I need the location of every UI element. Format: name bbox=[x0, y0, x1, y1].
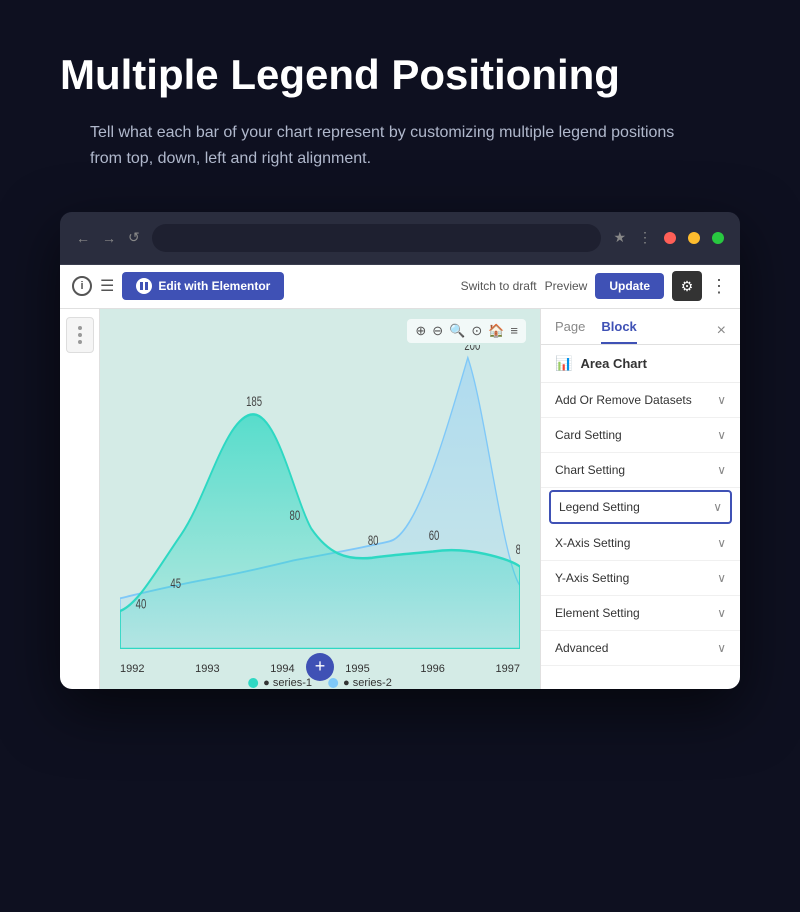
bookmark-icon[interactable]: ★ bbox=[613, 229, 626, 246]
hamburger-icon[interactable]: ☰ bbox=[100, 276, 114, 296]
switch-draft-button[interactable]: Switch to draft bbox=[461, 279, 537, 293]
x-label-1997: 1997 bbox=[495, 663, 519, 675]
editor-body: ⊕ ⊖ 🔍 ⊙ 🏠 ≡ bbox=[60, 309, 740, 689]
search-zoom-icon[interactable]: 🔍 bbox=[449, 323, 465, 339]
svg-text:60: 60 bbox=[429, 527, 440, 543]
svg-text:185: 185 bbox=[246, 393, 262, 409]
svg-text:80: 80 bbox=[368, 532, 379, 548]
svg-text:200: 200 bbox=[464, 345, 480, 354]
panel-handle[interactable] bbox=[66, 317, 94, 353]
x-label-1994: 1994 bbox=[270, 663, 294, 675]
setting-card-setting[interactable]: Card Setting ∨ bbox=[541, 418, 740, 453]
editor-toolbar: i ☰ Edit with Elementor Switch to draft … bbox=[60, 265, 740, 309]
setting-legend-setting[interactable]: Legend Setting ∨ bbox=[549, 490, 732, 524]
chevron-icon: ∨ bbox=[717, 641, 726, 655]
handle-dot bbox=[78, 340, 82, 344]
panel-header: Page Block × bbox=[541, 309, 740, 345]
chart-svg: 40 45 185 80 80 60 83 200 bbox=[120, 345, 520, 649]
update-button[interactable]: Update bbox=[595, 273, 664, 299]
minimize-dot[interactable] bbox=[688, 232, 700, 244]
chevron-icon: ∨ bbox=[717, 463, 726, 477]
browser-menu-icon[interactable]: ⋮ bbox=[638, 229, 652, 246]
svg-text:40: 40 bbox=[136, 595, 147, 611]
area-chart-header: 📊 Area Chart bbox=[541, 345, 740, 383]
area-chart-title: Area Chart bbox=[580, 356, 646, 371]
legend-dot-green bbox=[248, 678, 258, 688]
menu-chart-icon[interactable]: ≡ bbox=[510, 323, 518, 339]
page-title: Multiple Legend Positioning bbox=[60, 50, 740, 100]
setting-add-remove-datasets[interactable]: Add Or Remove Datasets ∨ bbox=[541, 383, 740, 418]
x-label-1996: 1996 bbox=[420, 663, 444, 675]
settings-icon: ⚙ bbox=[681, 278, 694, 295]
info-icon[interactable]: i bbox=[72, 276, 92, 296]
panel-tabs: Page Block bbox=[555, 319, 637, 344]
svg-text:83: 83 bbox=[516, 541, 520, 557]
chevron-icon: ∨ bbox=[713, 500, 722, 514]
chevron-icon: ∨ bbox=[717, 393, 726, 407]
reset-zoom-icon[interactable]: ⊙ bbox=[471, 323, 482, 339]
browser-chrome: ← → ↺ ★ ⋮ bbox=[60, 212, 740, 265]
close-panel-button[interactable]: × bbox=[717, 322, 726, 340]
setting-chart-setting[interactable]: Chart Setting ∨ bbox=[541, 453, 740, 488]
browser-window: ← → ↺ ★ ⋮ i ☰ Edit with Elementor Switch… bbox=[60, 212, 740, 689]
x-label-1993: 1993 bbox=[195, 663, 219, 675]
zoom-in-icon[interactable]: ⊕ bbox=[415, 323, 426, 339]
canvas-area: ⊕ ⊖ 🔍 ⊙ 🏠 ≡ bbox=[100, 309, 540, 689]
right-panel: Page Block × 📊 Area Chart Add Or Remove … bbox=[540, 309, 740, 689]
plus-icon: + bbox=[315, 656, 326, 677]
chart-toolbar: ⊕ ⊖ 🔍 ⊙ 🏠 ≡ bbox=[407, 319, 526, 343]
home-icon[interactable]: 🏠 bbox=[488, 323, 504, 339]
legend-item-series1: ● series-1 bbox=[248, 677, 312, 689]
close-dot[interactable] bbox=[664, 232, 676, 244]
page-subtitle: Tell what each bar of your chart represe… bbox=[90, 120, 710, 171]
editor-settings-button[interactable]: ⚙ bbox=[672, 271, 702, 301]
svg-text:80: 80 bbox=[290, 507, 301, 523]
edit-elementor-button[interactable]: Edit with Elementor bbox=[122, 272, 284, 300]
chevron-icon: ∨ bbox=[717, 571, 726, 585]
chevron-icon: ∨ bbox=[717, 428, 726, 442]
handle-dot bbox=[78, 326, 82, 330]
setting-element-setting[interactable]: Element Setting ∨ bbox=[541, 596, 740, 631]
setting-advanced[interactable]: Advanced ∨ bbox=[541, 631, 740, 666]
settings-list: Add Or Remove Datasets ∨ Card Setting ∨ … bbox=[541, 383, 740, 689]
tab-block[interactable]: Block bbox=[601, 319, 636, 344]
legend-label-series2: ● series-2 bbox=[343, 677, 392, 689]
back-button[interactable]: ← bbox=[76, 230, 90, 246]
tab-page[interactable]: Page bbox=[555, 319, 585, 344]
more-options-button[interactable]: ⋮ bbox=[710, 276, 728, 297]
x-label-1995: 1995 bbox=[345, 663, 369, 675]
area-chart-icon: 📊 bbox=[555, 355, 572, 372]
legend-item-series2: ● series-2 bbox=[328, 677, 392, 689]
forward-button[interactable]: → bbox=[102, 230, 116, 246]
chevron-icon: ∨ bbox=[717, 536, 726, 550]
zoom-out-icon[interactable]: ⊖ bbox=[432, 323, 443, 339]
left-panel bbox=[60, 309, 100, 689]
address-bar[interactable] bbox=[152, 224, 602, 252]
legend-dot-blue bbox=[328, 678, 338, 688]
legend-label-series1: ● series-1 bbox=[263, 677, 312, 689]
refresh-button[interactable]: ↺ bbox=[128, 229, 140, 246]
handle-dot bbox=[78, 333, 82, 337]
setting-x-axis-setting[interactable]: X-Axis Setting ∨ bbox=[541, 526, 740, 561]
maximize-dot[interactable] bbox=[712, 232, 724, 244]
chart-container: 40 45 185 80 80 60 83 200 bbox=[120, 345, 520, 649]
preview-button[interactable]: Preview bbox=[545, 279, 588, 293]
add-element-button[interactable]: + bbox=[306, 653, 334, 681]
chevron-icon: ∨ bbox=[717, 606, 726, 620]
x-label-1992: 1992 bbox=[120, 663, 144, 675]
elementor-icon bbox=[136, 278, 152, 294]
svg-text:45: 45 bbox=[170, 575, 181, 591]
setting-y-axis-setting[interactable]: Y-Axis Setting ∨ bbox=[541, 561, 740, 596]
